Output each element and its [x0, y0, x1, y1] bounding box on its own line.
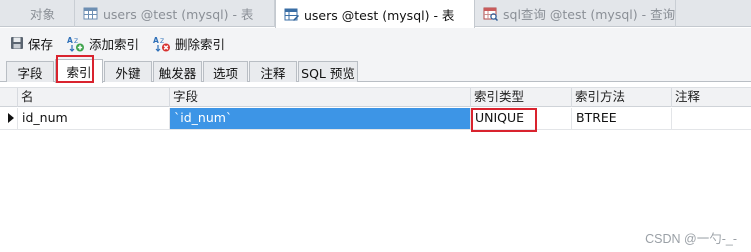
column-header-index-method[interactable]: 索引方法 — [572, 88, 672, 107]
svg-text:Z: Z — [160, 38, 164, 45]
add-index-button[interactable]: A Z 添加索引 — [67, 34, 139, 53]
save-button[interactable]: 保存 — [10, 34, 53, 53]
query-icon — [483, 7, 498, 21]
add-index-icon: A Z — [67, 36, 85, 52]
table-grid-icon — [83, 7, 98, 20]
toolbar: 保存 A Z 添加索引 A Z 删除索引 — [0, 28, 751, 58]
svg-text:A: A — [67, 36, 73, 45]
svg-text:Z: Z — [74, 38, 78, 45]
save-label: 保存 — [28, 36, 54, 52]
index-comment-cell[interactable] — [672, 108, 751, 129]
row-header-corner — [0, 88, 18, 107]
delete-index-icon: A Z — [153, 36, 171, 52]
doc-tab-label: sql查询 @test (mysql) - 查询 — [503, 7, 676, 22]
grid-header: 名 字段 索引类型 索引方法 注释 — [0, 87, 751, 107]
doc-tab-users-table-design[interactable]: users @test (mysql) - 表 — [275, 0, 475, 28]
tab-foreign-keys[interactable]: 外键 — [104, 61, 152, 82]
column-header-fields[interactable]: 字段 — [170, 88, 471, 107]
tab-sql-preview[interactable]: SQL 预览 — [298, 61, 358, 82]
tab-options[interactable]: 选项 — [203, 61, 248, 82]
svg-text:A: A — [153, 36, 159, 45]
doc-tab-users-table-data[interactable]: users @test (mysql) - 表 — [75, 0, 275, 27]
table-design-icon — [284, 8, 299, 21]
tab-triggers[interactable]: 触发器 — [153, 61, 202, 82]
delete-index-label: 删除索引 — [175, 36, 226, 52]
doc-tab-label: 对象 — [30, 7, 56, 22]
index-method-cell[interactable]: BTREE — [572, 108, 672, 129]
tab-fields[interactable]: 字段 — [6, 61, 54, 82]
doc-tab-objects[interactable]: 对象 — [0, 0, 75, 27]
index-fields-cell[interactable]: `id_num` — [170, 108, 471, 129]
row-selector[interactable] — [0, 108, 18, 129]
save-icon — [11, 37, 23, 49]
doc-tab-sql-query[interactable]: sql查询 @test (mysql) - 查询 — [475, 0, 676, 27]
document-tab-bar: 对象 users @test (mysql) - 表 users @test (… — [0, 0, 751, 28]
doc-tab-label: users @test (mysql) - 表 — [103, 7, 254, 22]
tab-comments[interactable]: 注释 — [249, 61, 297, 82]
column-header-name[interactable]: 名 — [18, 88, 170, 107]
add-index-label: 添加索引 — [89, 36, 140, 52]
current-row-arrow-icon — [8, 113, 14, 123]
delete-index-button[interactable]: A Z 删除索引 — [153, 34, 225, 53]
designer-tab-bar: 字段 索引 外键 触发器 选项 注释 SQL 预览 — [0, 58, 751, 83]
index-type-cell[interactable]: UNIQUE — [471, 108, 572, 129]
column-header-index-type[interactable]: 索引类型 — [471, 88, 572, 107]
tab-indexes[interactable]: 索引 — [55, 59, 103, 83]
doc-tab-label: users @test (mysql) - 表 — [304, 7, 455, 23]
column-header-comment[interactable]: 注释 — [672, 88, 751, 107]
table-row[interactable]: id_num `id_num` UNIQUE BTREE — [0, 108, 751, 130]
index-grid: 名 字段 索引类型 索引方法 注释 id_num `id_num` UNIQUE… — [0, 83, 751, 252]
index-name-cell[interactable]: id_num — [18, 108, 170, 129]
watermark: CSDN @一勺-_- — [645, 232, 737, 246]
